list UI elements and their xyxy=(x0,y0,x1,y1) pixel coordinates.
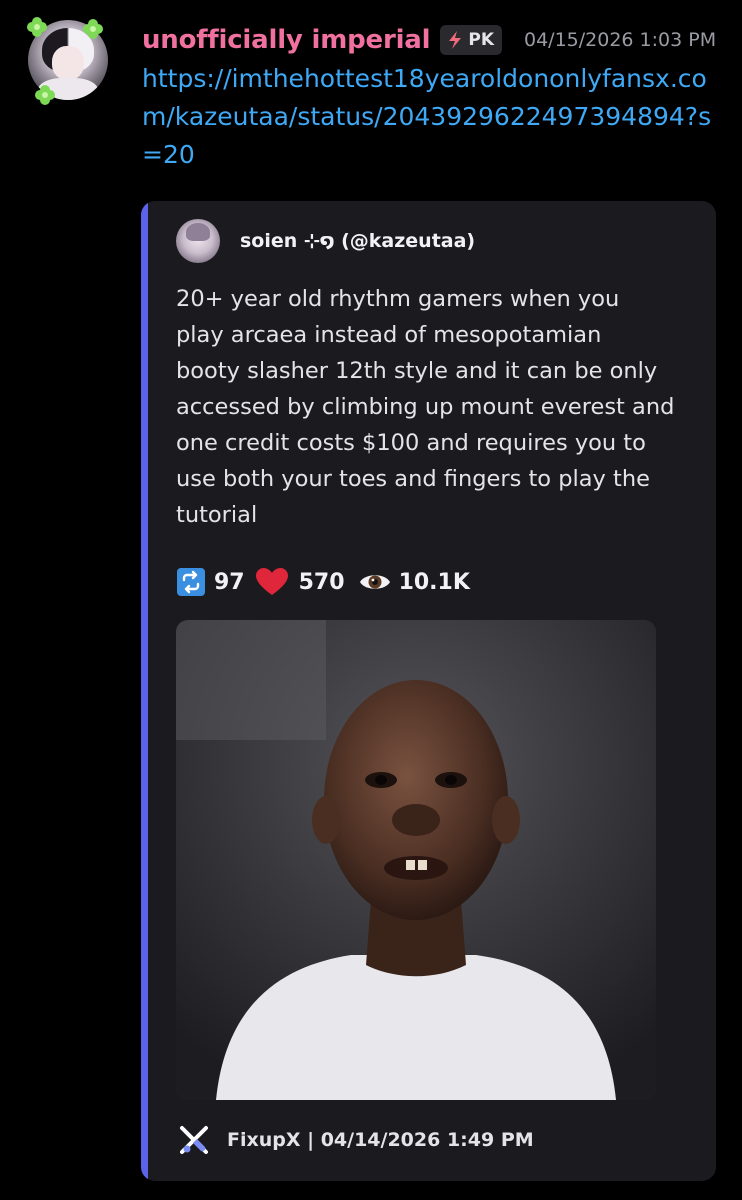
eye-icon xyxy=(359,575,390,589)
clover-decoration-icon xyxy=(35,85,55,105)
clover-decoration-icon xyxy=(83,19,103,39)
link-embed: soien ⊹໑ (@kazeutaa) 20+ year old rhythm… xyxy=(141,201,716,1181)
view-stat: 10.1K xyxy=(359,570,470,595)
embed-footer-text: FixupX | 04/14/2026 1:49 PM xyxy=(227,1129,534,1151)
pk-badge[interactable]: PK xyxy=(440,25,502,55)
like-stat: 570 xyxy=(255,567,345,597)
lightning-icon xyxy=(449,31,462,49)
embed-description: 20+ year old rhythm gamers when you play… xyxy=(176,286,675,528)
retweet-stat: 97 xyxy=(176,567,245,597)
user-avatar[interactable] xyxy=(22,14,114,106)
fixupx-icon xyxy=(180,1126,208,1154)
embed-footer: FixupX | 04/14/2026 1:49 PM xyxy=(179,1125,534,1155)
retweet-icon xyxy=(177,568,205,596)
embed-image[interactable] xyxy=(176,620,656,1100)
embed-author[interactable]: soien ⊹໑ (@kazeutaa) xyxy=(176,219,475,263)
view-count: 10.1K xyxy=(398,569,470,595)
embed-stats: 97 570 10.1K xyxy=(176,565,470,599)
retweet-count: 97 xyxy=(214,569,245,595)
embed-photo xyxy=(176,620,656,1100)
embed-author-name[interactable]: soien ⊹໑ (@kazeutaa) xyxy=(240,230,475,252)
heart-icon xyxy=(255,568,288,595)
chat-message: unofficially imperial PK 04/15/2026 1:03… xyxy=(0,0,742,1200)
message-link[interactable]: https://imthehottest18yearoldononlyfansx… xyxy=(142,60,722,174)
like-count: 570 xyxy=(298,569,345,595)
clover-decoration-icon xyxy=(27,17,47,37)
pk-badge-label: PK xyxy=(468,30,494,50)
message-header: unofficially imperial PK 04/15/2026 1:03… xyxy=(142,20,716,60)
message-timestamp: 04/15/2026 1:03 PM xyxy=(524,29,717,51)
embed-accent-bar xyxy=(141,201,148,1181)
author-name[interactable]: unofficially imperial xyxy=(142,25,431,55)
embed-author-avatar xyxy=(176,219,220,263)
